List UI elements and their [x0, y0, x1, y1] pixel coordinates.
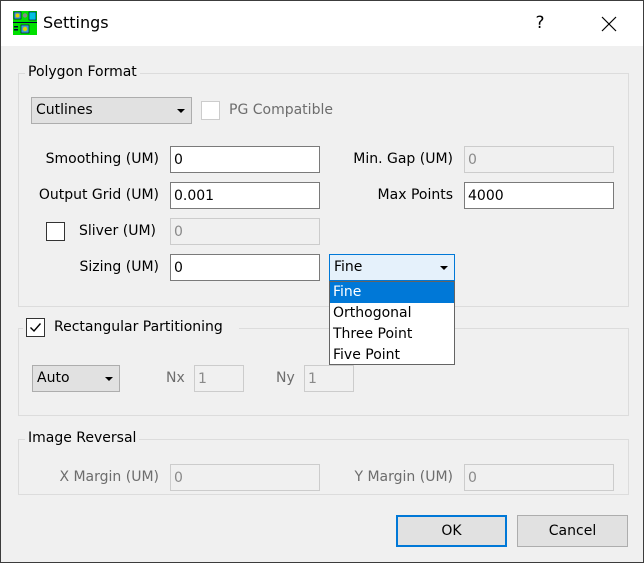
ny-label: Ny — [276, 370, 295, 386]
partition-mode-combo[interactable]: Auto — [32, 365, 120, 392]
sizing-mode-combo[interactable]: Fine — [329, 254, 455, 281]
rectangular-partitioning-checkbox[interactable] — [26, 318, 45, 337]
x-margin-input[interactable] — [170, 464, 320, 491]
smoothing-input[interactable] — [170, 146, 320, 173]
output-grid-input[interactable] — [170, 182, 320, 209]
sizing-mode-option-three-point[interactable]: Three Point — [330, 324, 454, 345]
window-title: Settings — [43, 13, 109, 32]
pg-compatible-label: PG Compatible — [229, 102, 333, 118]
chevron-down-icon — [105, 377, 113, 381]
output-grid-label: Output Grid (UM) — [38, 187, 159, 203]
sizing-label: Sizing (UM) — [79, 259, 159, 275]
partition-mode-value: Auto — [37, 370, 70, 386]
pg-compatible-checkbox[interactable] — [201, 101, 220, 120]
sizing-mode-dropdown-list: Fine Orthogonal Three Point Five Point — [329, 281, 455, 365]
title-bar: Settings ? — [1, 1, 643, 46]
sliver-checkbox[interactable] — [46, 222, 65, 241]
image-reversal-title: Image Reversal — [25, 430, 140, 446]
min-gap-label: Min. Gap (UM) — [353, 151, 453, 167]
nx-label: Nx — [166, 370, 185, 386]
y-margin-label: Y Margin (UM) — [354, 469, 453, 485]
polygon-format-combo[interactable]: Cutlines — [31, 97, 192, 124]
chevron-down-icon — [177, 109, 185, 113]
close-icon[interactable] — [595, 10, 623, 38]
sliver-input[interactable] — [170, 218, 320, 245]
checkmark-icon — [30, 323, 42, 333]
sizing-mode-option-fine[interactable]: Fine — [330, 282, 454, 303]
sizing-mode-option-five-point[interactable]: Five Point — [330, 345, 454, 366]
ny-input[interactable] — [304, 365, 354, 392]
help-button[interactable]: ? — [527, 10, 553, 36]
chevron-down-icon — [440, 266, 448, 270]
polygon-format-value: Cutlines — [36, 102, 93, 118]
cancel-button[interactable]: Cancel — [517, 515, 628, 547]
sizing-mode-option-orthogonal[interactable]: Orthogonal — [330, 303, 454, 324]
max-points-label: Max Points — [377, 187, 453, 203]
settings-dialog: Settings ? Polygon Format Cutlines PG Co… — [0, 0, 644, 563]
y-margin-input[interactable] — [464, 464, 614, 491]
app-icon — [13, 11, 37, 35]
sizing-mode-value: Fine — [334, 259, 363, 275]
min-gap-input[interactable] — [464, 146, 614, 173]
x-margin-label: X Margin (UM) — [59, 469, 159, 485]
polygon-format-title: Polygon Format — [25, 64, 140, 80]
sizing-input[interactable] — [170, 254, 320, 281]
nx-input[interactable] — [194, 365, 244, 392]
rectangular-partitioning-label: Rectangular Partitioning — [54, 319, 223, 335]
help-icon: ? — [535, 13, 545, 33]
smoothing-label: Smoothing (UM) — [45, 151, 159, 167]
ok-button[interactable]: OK — [396, 515, 507, 547]
sliver-label: Sliver (UM) — [78, 223, 156, 239]
max-points-input[interactable] — [464, 182, 614, 209]
